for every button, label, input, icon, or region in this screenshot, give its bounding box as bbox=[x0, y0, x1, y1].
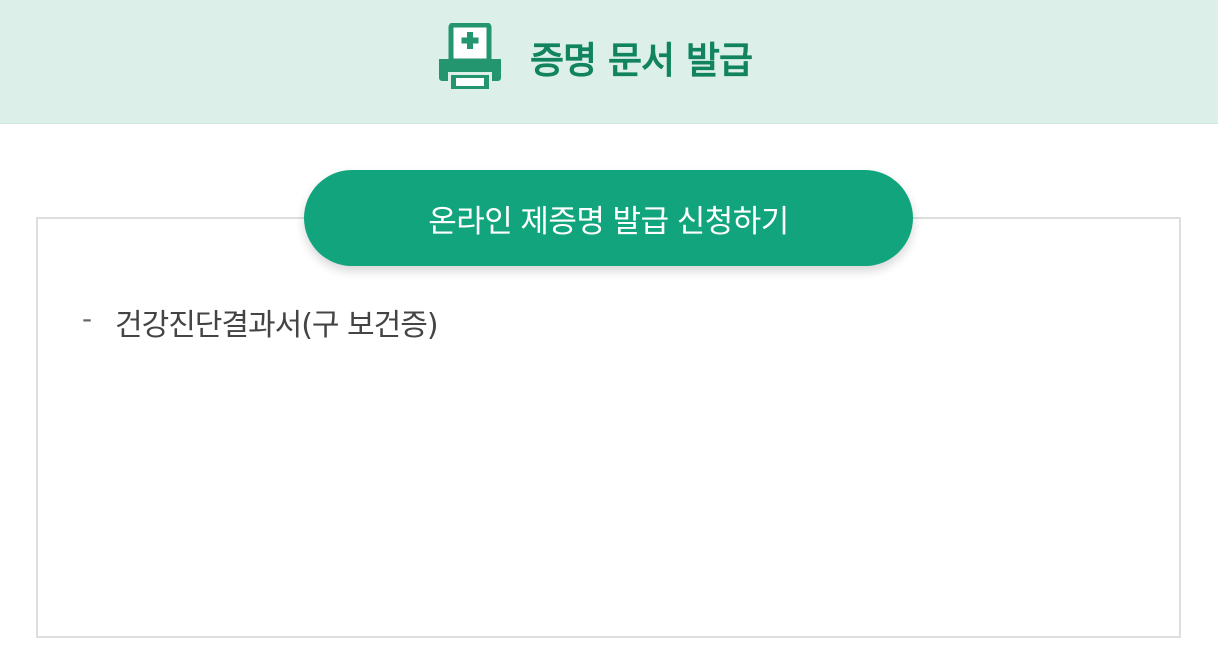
page-header: 증명 문서 발급 bbox=[0, 0, 1218, 124]
certificate-issuance-page: 증명 문서 발급 온라인 제증명 발급 신청하기 - 건강진단결과서(구 보건증… bbox=[0, 0, 1218, 653]
printer-medical-icon bbox=[439, 23, 501, 89]
document-item-health-certificate: - 건강진단결과서(구 보건증) bbox=[82, 298, 439, 346]
page-title: 증명 문서 발급 bbox=[530, 39, 753, 82]
online-certificate-apply-button[interactable]: 온라인 제증명 발급 신청하기 bbox=[304, 170, 913, 266]
header-title-group: 증명 문서 발급 bbox=[436, 22, 753, 92]
document-list: - 건강진단결과서(구 보건증) bbox=[82, 298, 439, 346]
document-label: 건강진단결과서(구 보건증) bbox=[115, 308, 439, 343]
list-bullet: - bbox=[82, 301, 92, 335]
document-list-panel bbox=[36, 217, 1181, 638]
